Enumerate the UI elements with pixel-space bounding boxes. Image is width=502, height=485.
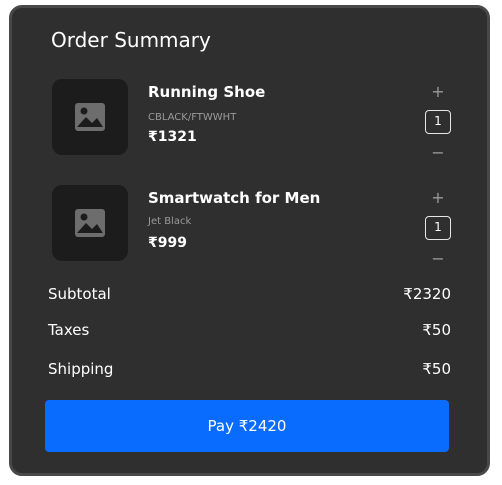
order-summary-card: Order Summary Running Shoe CBLACK/FTWWHT… xyxy=(9,5,490,476)
shipping-label: Shipping xyxy=(48,360,114,378)
subtotal-value: ₹2320 xyxy=(403,285,451,303)
taxes-label: Taxes xyxy=(48,321,90,339)
product-variant: CBLACK/FTWWHT xyxy=(148,112,237,123)
taxes-value: ₹50 xyxy=(422,321,451,339)
quantity-field[interactable]: 1 xyxy=(425,216,451,240)
pay-button[interactable]: Pay ₹2420 xyxy=(45,400,449,452)
product-variant: Jet Black xyxy=(148,216,192,227)
page-title: Order Summary xyxy=(51,28,211,52)
product-thumbnail xyxy=(52,185,128,261)
product-thumbnail xyxy=(52,79,128,155)
image-placeholder-icon xyxy=(75,103,105,131)
product-name: Smartwatch for Men xyxy=(148,189,321,207)
cart-item: Smartwatch for Men Jet Black ₹999 + 1 − xyxy=(12,185,487,267)
quantity-field[interactable]: 1 xyxy=(425,110,451,134)
product-price: ₹999 xyxy=(148,235,187,251)
image-placeholder-icon xyxy=(75,209,105,237)
subtotal-label: Subtotal xyxy=(48,285,111,303)
decrease-quantity-button[interactable]: − xyxy=(430,251,446,267)
product-name: Running Shoe xyxy=(148,83,266,101)
increase-quantity-button[interactable]: + xyxy=(430,84,446,100)
cart-item: Running Shoe CBLACK/FTWWHT ₹1321 + 1 − xyxy=(12,79,487,161)
increase-quantity-button[interactable]: + xyxy=(430,190,446,206)
product-price: ₹1321 xyxy=(148,129,197,145)
shipping-value: ₹50 xyxy=(422,360,451,378)
decrease-quantity-button[interactable]: − xyxy=(430,145,446,161)
